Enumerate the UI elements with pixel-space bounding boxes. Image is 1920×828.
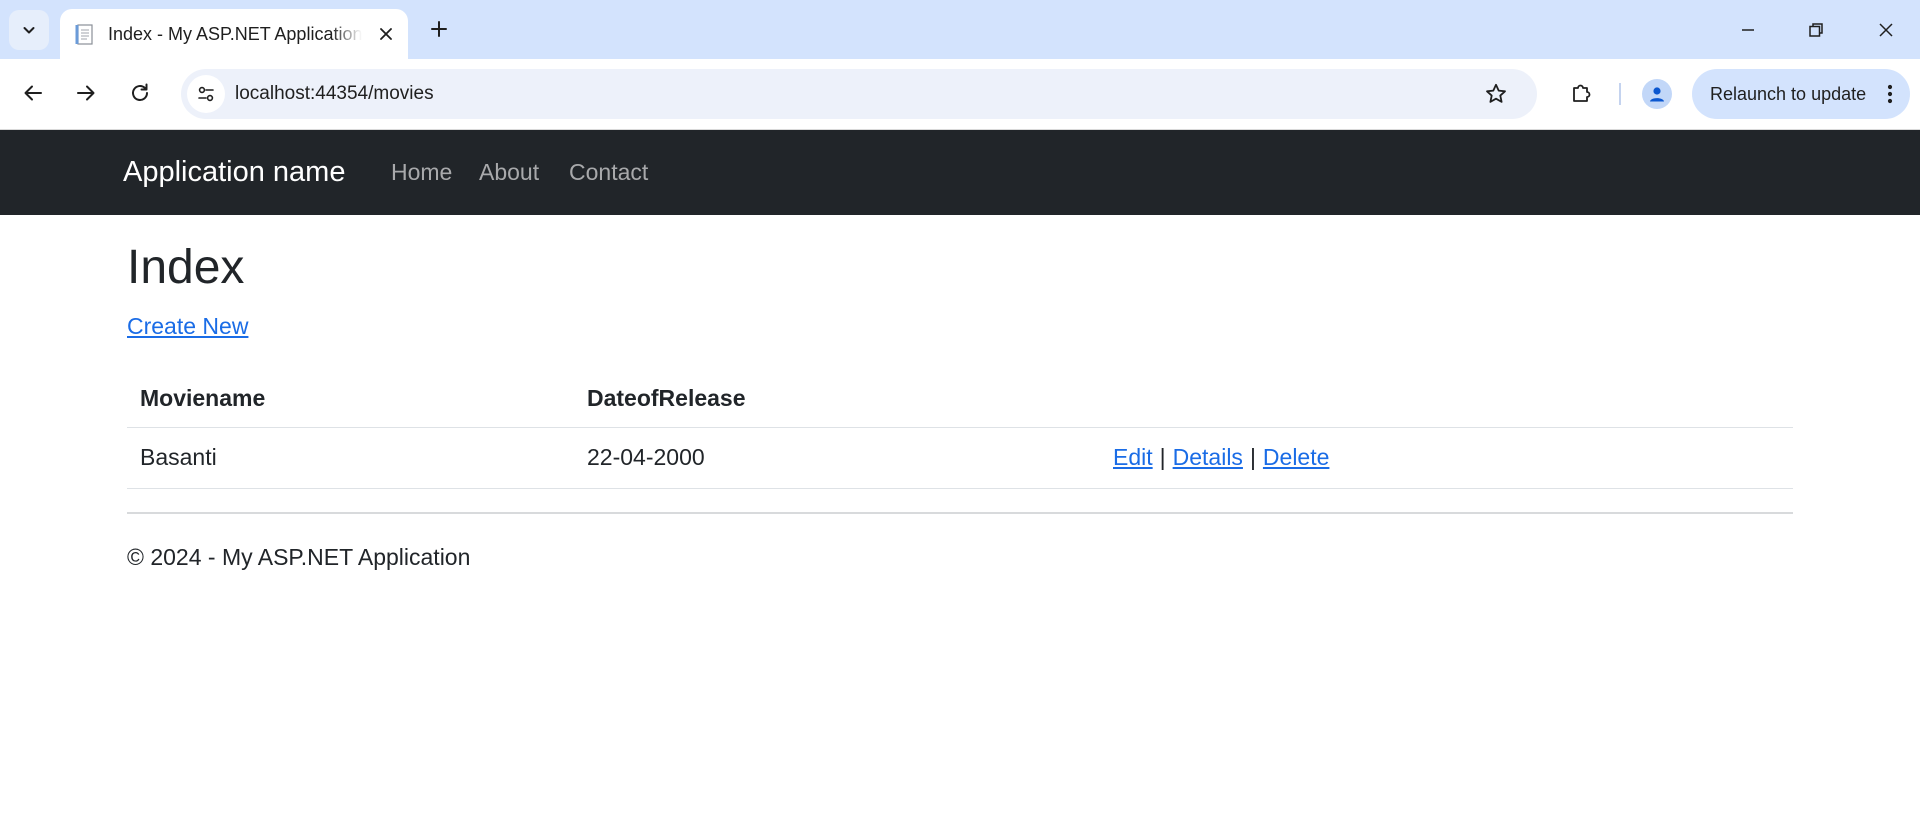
page-title: Index [127,241,245,294]
star-icon [1486,83,1506,103]
tune-icon [198,86,214,102]
tab-close-button[interactable] [374,22,398,46]
extensions-button[interactable] [1562,73,1602,113]
cell-actions: Edit | Details | Delete [1100,427,1793,489]
nav-link-about[interactable]: About [479,157,539,187]
nav-link-home[interactable]: Home [391,157,452,187]
column-header-dateofrelease: DateofRelease [574,370,1100,428]
tab-title: Index - My ASP.NET Application [108,24,362,44]
close-icon [380,28,392,40]
toolbar-divider [1619,83,1621,105]
browser-tabstrip: Index - My ASP.NET Application [0,0,1920,59]
minimize-button[interactable] [1714,0,1782,59]
back-button[interactable] [13,73,53,113]
tab-search-button[interactable] [9,10,49,50]
profile-avatar-button[interactable] [1642,79,1672,109]
navbar-brand-link[interactable]: Application name [123,154,345,190]
cell-moviename: Basanti [127,427,574,489]
close-icon [1879,22,1893,37]
minimize-icon [1742,28,1754,31]
url-text[interactable]: localhost:44354/movies [235,81,434,107]
person-icon [1650,87,1664,102]
footer-divider [127,512,1793,514]
cell-date-of-release: 22-04-2000 [574,427,1100,489]
plus-icon [431,21,447,37]
delete-link[interactable]: Delete [1263,444,1329,470]
site-info-button[interactable] [187,75,225,113]
movies-table: Moviename DateofRelease Basanti 22-04-20… [127,370,1793,489]
more-vert-icon [1887,84,1893,104]
window-close-button[interactable] [1852,0,1920,59]
column-header-moviename: Moviename [127,370,574,428]
site-navbar: Application name Home About Contact [0,130,1920,215]
puzzle-icon [1573,84,1591,102]
table-row: Basanti 22-04-2000 Edit | Details | Delete [127,427,1793,489]
edit-link[interactable]: Edit [1113,444,1153,470]
address-bar[interactable]: localhost:44354/movies [181,69,1537,119]
chevron-down-icon [23,27,35,34]
browser-menu-button[interactable] [1878,82,1902,106]
page-favicon-icon [75,24,93,45]
browser-tab-active[interactable]: Index - My ASP.NET Application [60,9,408,59]
column-header-actions [1100,370,1793,428]
reload-button[interactable] [120,73,160,113]
browser-toolbar: localhost:44354/movies Relaunch to updat… [0,59,1920,130]
forward-button[interactable] [66,73,106,113]
new-tab-button[interactable] [422,12,456,46]
relaunch-label: Relaunch to update [1710,84,1867,104]
nav-link-contact[interactable]: Contact [569,157,648,187]
footer-copyright: © 2024 - My ASP.NET Application [127,544,471,570]
arrow-left-icon [24,85,42,101]
relaunch-button[interactable]: Relaunch to update [1692,69,1910,119]
restore-button[interactable] [1782,0,1850,59]
action-separator: | [1249,444,1256,470]
action-separator: | [1159,444,1166,470]
bookmark-button[interactable] [1481,79,1511,109]
details-link[interactable]: Details [1173,444,1243,470]
reload-icon [132,83,148,101]
arrow-right-icon [77,85,95,101]
restore-icon [1809,22,1823,37]
create-new-link[interactable]: Create New [127,311,248,341]
table-header-row: Moviename DateofRelease [127,370,1793,428]
